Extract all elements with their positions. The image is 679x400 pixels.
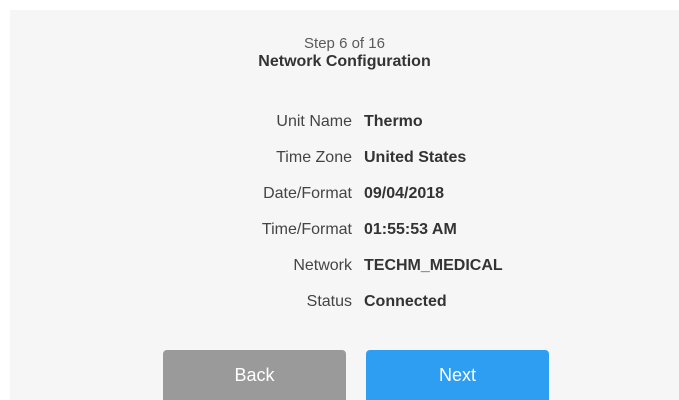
info-row-date-format: Date/Format 09/04/2018	[10, 178, 679, 214]
info-row-status: Status Connected	[10, 286, 679, 322]
info-list: Unit Name Thermo Time Zone United States…	[10, 106, 679, 322]
info-label: Unit Name	[276, 113, 352, 130]
info-row-time-format: Time/Format 01:55:53 AM	[10, 214, 679, 250]
info-row-network: Network TECHM_MEDICAL	[10, 250, 679, 286]
info-value: Connected	[364, 293, 447, 310]
info-value: TECHM_MEDICAL	[364, 257, 503, 274]
info-value: Thermo	[364, 113, 423, 130]
info-label: Status	[306, 293, 352, 310]
info-row-time-zone: Time Zone United States	[10, 142, 679, 178]
setup-screen: Step 6 of 16 Network Configuration Unit …	[10, 10, 679, 400]
info-label: Network	[293, 257, 352, 274]
info-value: 09/04/2018	[364, 185, 445, 202]
info-value: United States	[364, 149, 467, 166]
page-title: Network Configuration	[258, 53, 431, 70]
next-button[interactable]: Next	[366, 350, 549, 400]
info-label: Time Zone	[276, 149, 352, 166]
info-value: 01:55:53 AM	[364, 221, 457, 238]
back-button[interactable]: Back	[163, 350, 346, 400]
info-row-unit-name: Unit Name Thermo	[10, 106, 679, 142]
step-indicator: Step 6 of 16	[304, 35, 385, 52]
info-label: Date/Format	[263, 185, 352, 202]
header: Step 6 of 16 Network Configuration	[10, 36, 679, 71]
info-label: Time/Format	[261, 221, 352, 238]
